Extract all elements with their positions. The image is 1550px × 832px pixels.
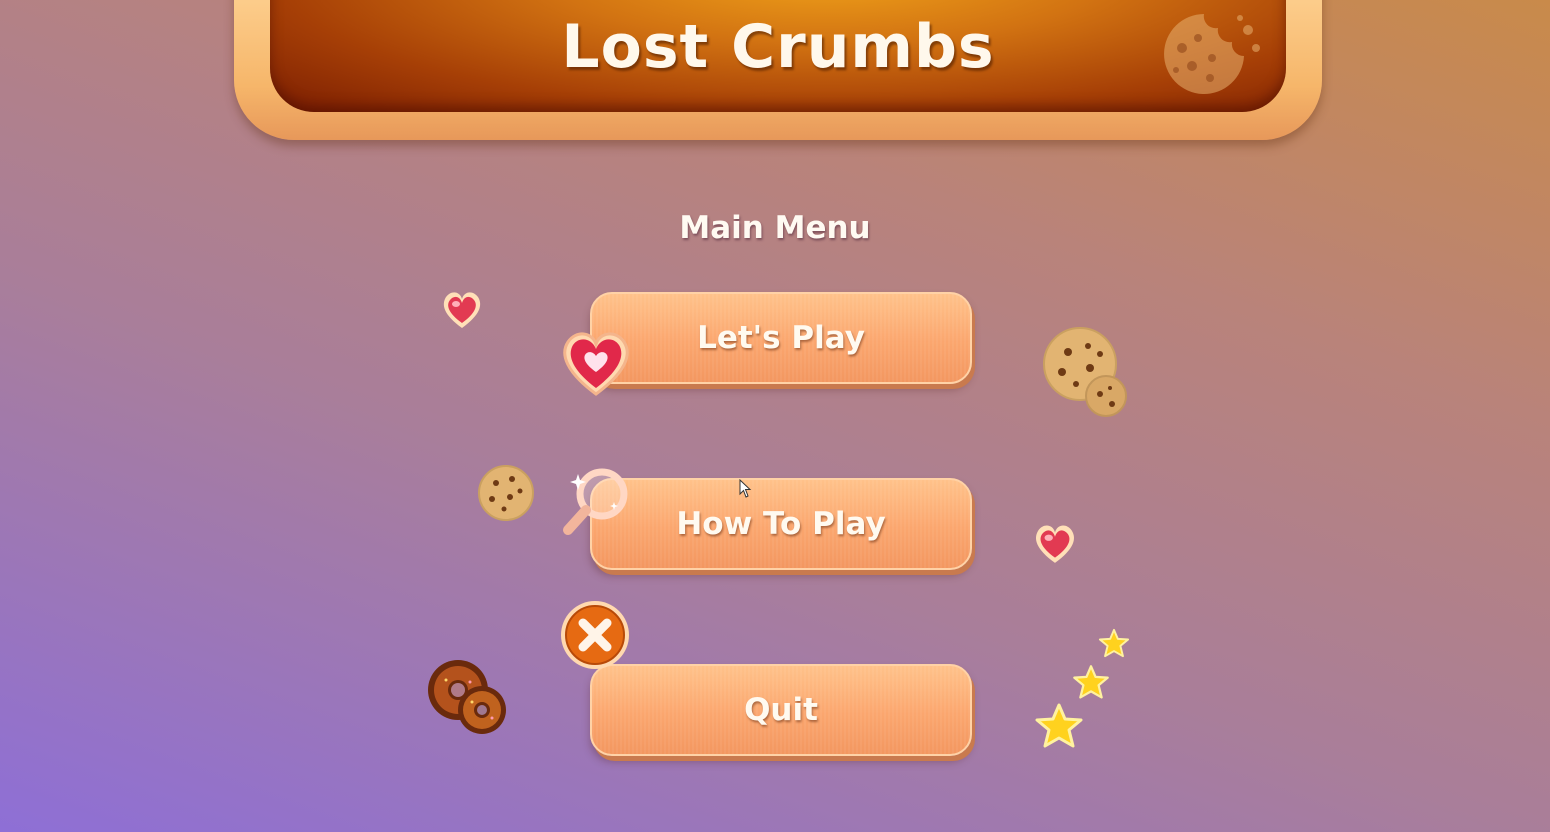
mouse-cursor-icon — [739, 479, 752, 498]
star-icon — [1073, 665, 1109, 699]
how-to-play-label: How To Play — [676, 506, 886, 542]
main-menu-screen: Lost Crumbs Main Menu Let's Play How To … — [0, 0, 1550, 832]
lets-play-button[interactable]: Let's Play — [590, 292, 972, 384]
menu-heading: Main Menu — [679, 210, 871, 246]
star-icon — [1098, 628, 1130, 658]
heart-icon[interactable] — [558, 324, 634, 400]
cookie-icon — [1043, 327, 1127, 417]
cookie-icon — [1164, 14, 1260, 94]
game-title: Lost Crumbs — [561, 12, 995, 82]
lets-play-label: Let's Play — [697, 320, 865, 356]
heart-icon — [1036, 525, 1074, 563]
close-icon[interactable] — [558, 598, 632, 672]
heart-icon — [443, 292, 481, 328]
title-banner: Lost Crumbs — [234, 0, 1322, 140]
title-banner-inner: Lost Crumbs — [270, 0, 1286, 112]
star-icon — [1035, 703, 1083, 748]
quit-label: Quit — [744, 692, 818, 728]
magnifier-icon[interactable] — [556, 462, 636, 540]
donut-icon — [428, 660, 506, 734]
cookie-icon — [478, 465, 534, 521]
quit-button[interactable]: Quit — [590, 664, 972, 756]
how-to-play-button[interactable]: How To Play — [590, 478, 972, 570]
